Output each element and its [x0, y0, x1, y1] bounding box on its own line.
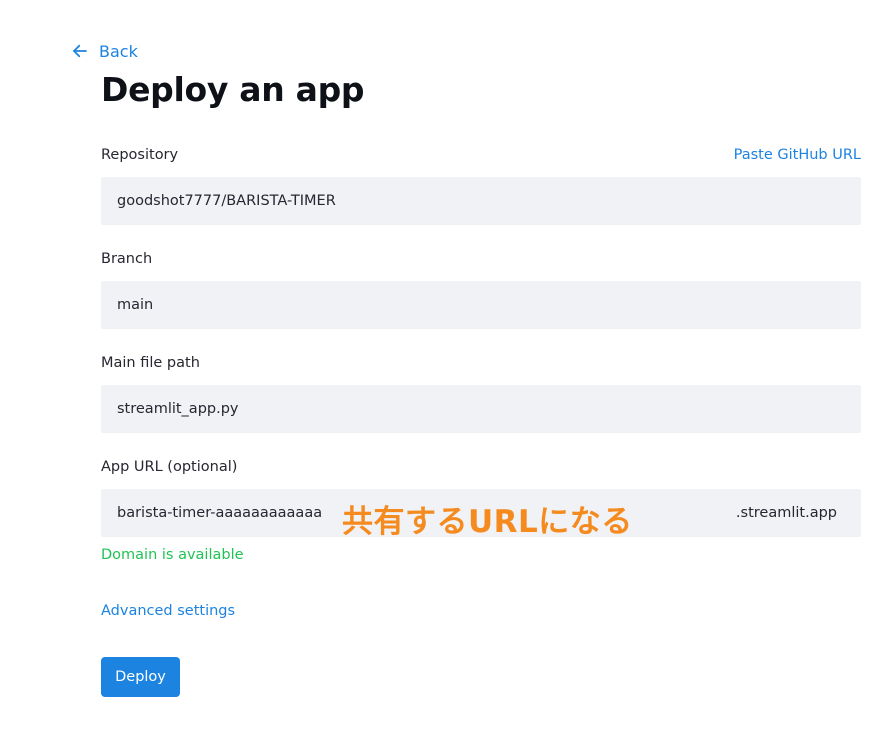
- branch-field[interactable]: main: [101, 281, 861, 329]
- deploy-button[interactable]: Deploy: [101, 657, 180, 697]
- repository-field[interactable]: goodshot7777/BARISTA-TIMER: [101, 177, 861, 225]
- repository-value: goodshot7777/BARISTA-TIMER: [117, 193, 336, 209]
- app-url-label: App URL (optional): [101, 459, 238, 475]
- arrow-left-icon: [73, 44, 87, 58]
- annotation-callout: 共有するURLになる: [342, 504, 633, 540]
- branch-value: main: [117, 297, 154, 313]
- back-label: Back: [99, 41, 138, 61]
- advanced-settings-link[interactable]: Advanced settings: [101, 603, 235, 619]
- domain-status: Domain is available: [101, 547, 244, 563]
- back-link[interactable]: Back: [71, 40, 138, 62]
- app-url-suffix: .streamlit.app: [735, 505, 837, 521]
- branch-label: Branch: [101, 251, 153, 267]
- page-title: Deploy an app: [101, 70, 365, 109]
- paste-github-url-link[interactable]: Paste GitHub URL: [734, 147, 861, 163]
- app-url-value: barista-timer-aaaaaaaaaaaa: [117, 505, 323, 521]
- main-file-path-field[interactable]: streamlit_app.py: [101, 385, 861, 433]
- main-file-value: streamlit_app.py: [117, 401, 239, 417]
- repository-label: Repository: [101, 147, 179, 163]
- main-file-label: Main file path: [101, 355, 200, 371]
